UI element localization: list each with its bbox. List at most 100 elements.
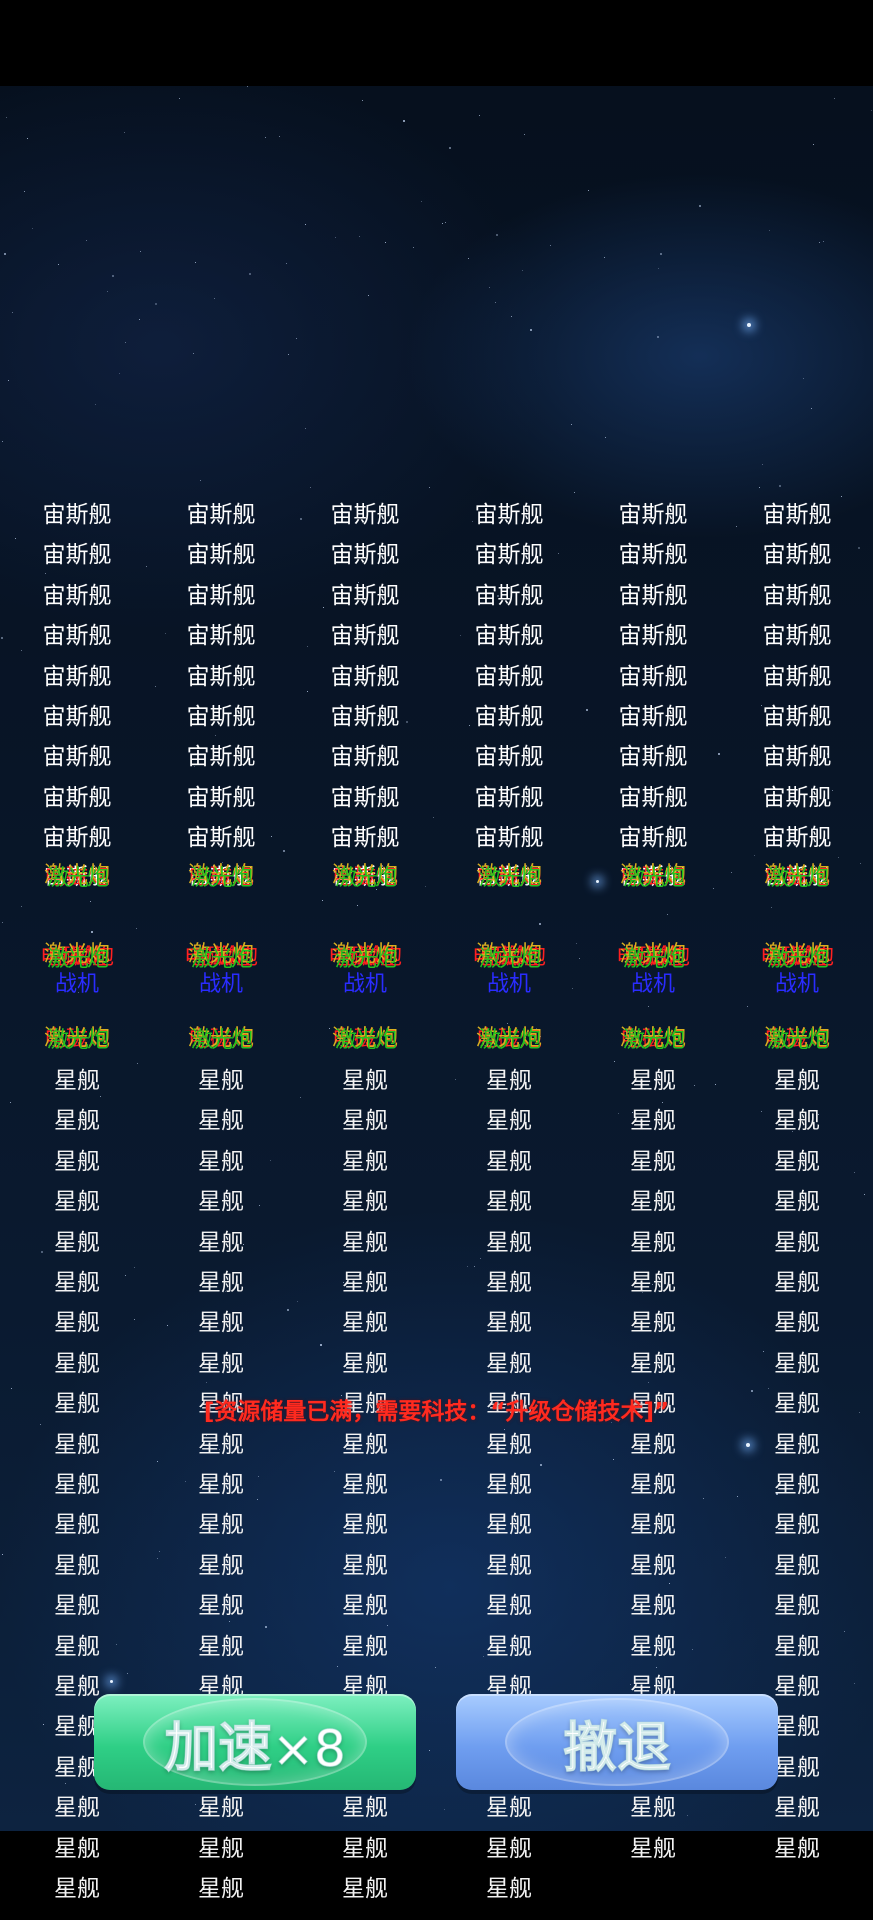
unit-ship: 星舰 — [486, 1593, 532, 1620]
unit-carrier: 宙斯舰 — [762, 582, 832, 609]
unit-ship: 星舰 — [54, 1512, 100, 1539]
unit-ship: 星舰 — [54, 1068, 100, 1094]
unit-fighter: 战机 — [486, 972, 531, 997]
unit-stack-cannons: 电磁炮 激光炮 激光炮 — [22, 1026, 132, 1056]
unit-ship: 星舰 — [54, 1593, 100, 1620]
unit-carrier: 宙斯舰 — [618, 663, 688, 690]
unit-carrier: 宙斯舰 — [762, 784, 832, 811]
unit-stack-mixed: 宙斯舰 电磁炮 激光炮 激光炮 — [22, 863, 132, 894]
unit-label: 激光炮 — [334, 947, 397, 972]
unit-fighter: 战机 — [54, 972, 99, 997]
unit-ship: 星舰 — [342, 1633, 388, 1660]
unit-ship: 星舰 — [630, 1108, 676, 1135]
unit-ship: 星舰 — [54, 1795, 100, 1822]
unit-carrier: 宙斯舰 — [42, 744, 112, 771]
unit-ship: 星舰 — [486, 1795, 532, 1822]
unit-ship: 星舰 — [774, 1270, 820, 1296]
unit-label: 激光炮 — [46, 866, 109, 891]
unit-stack-cannons: 电磁炮 电磁炮 激光炮 激光炮 — [598, 942, 708, 974]
unit-ship: 星舰 — [774, 1068, 820, 1094]
unit-carrier: 宙斯舰 — [474, 825, 544, 852]
unit-ship: 星舰 — [486, 1876, 532, 1902]
unit-carrier: 宙斯舰 — [42, 704, 112, 730]
unit-fighter: 战机 — [342, 972, 387, 997]
retreat-label: 撤退 — [563, 1715, 672, 1779]
unit-ship: 星舰 — [342, 1431, 388, 1458]
unit-ship: 星舰 — [630, 1552, 676, 1579]
speed-label: 加速 — [164, 1715, 273, 1779]
unit-label: 激光炮 — [46, 947, 109, 972]
unit-stack-cannons: 电磁炮 激光炮 激光炮 — [166, 1026, 276, 1056]
unit-ship: 星舰 — [198, 1431, 244, 1458]
unit-carrier: 宙斯舰 — [330, 623, 400, 650]
unit-carrier: 宙斯舰 — [474, 582, 544, 609]
unit-ship: 星舰 — [198, 1108, 244, 1135]
unit-ship: 星舰 — [198, 1270, 244, 1296]
unit-carrier: 宙斯舰 — [474, 623, 544, 650]
unit-carrier: 宙斯舰 — [474, 502, 544, 528]
unit-carrier: 宙斯舰 — [186, 542, 256, 569]
unit-ship: 星舰 — [342, 1229, 388, 1256]
unit-carrier: 宙斯舰 — [42, 663, 112, 690]
unit-ship: 星舰 — [54, 1350, 100, 1377]
unit-carrier: 宙斯舰 — [186, 784, 256, 811]
unit-ship: 星舰 — [198, 1189, 244, 1216]
unit-label: 激光炮 — [622, 866, 685, 891]
unit-ship: 星舰 — [486, 1310, 532, 1337]
unit-ship: 星舰 — [342, 1552, 388, 1579]
unit-ship: 星舰 — [630, 1229, 676, 1256]
storage-full-warning: [资源储量已满，需要科技：“升级仓储技术]” — [203, 1399, 670, 1425]
unit-label: 激光炮 — [766, 1028, 829, 1053]
unit-ship: 星舰 — [54, 1835, 100, 1862]
unit-fighter: 战机 — [630, 972, 675, 997]
unit-carrier: 宙斯舰 — [762, 825, 832, 852]
unit-ship: 星舰 — [774, 1633, 820, 1660]
unit-carrier: 宙斯舰 — [618, 784, 688, 811]
unit-ship: 星舰 — [774, 1189, 820, 1216]
unit-carrier: 宙斯舰 — [42, 542, 112, 569]
unit-ship: 星舰 — [630, 1633, 676, 1660]
unit-ship: 星舰 — [342, 1068, 388, 1094]
unit-ship: 星舰 — [774, 1310, 820, 1337]
unit-ship: 星舰 — [486, 1633, 532, 1660]
unit-carrier: 宙斯舰 — [330, 704, 400, 730]
unit-carrier: 宙斯舰 — [762, 623, 832, 650]
unit-ship: 星舰 — [198, 1310, 244, 1337]
unit-ship: 星舰 — [342, 1876, 388, 1902]
unit-carrier: 宙斯舰 — [618, 825, 688, 852]
unit-ship: 星舰 — [54, 1552, 100, 1579]
unit-stack-cannons: 电磁炮 激光炮 激光炮 — [742, 1026, 852, 1056]
unit-stack-mixed: 宙斯舰 电磁炮 激光炮 激光炮 — [454, 863, 564, 894]
unit-ship: 星舰 — [54, 1472, 100, 1498]
unit-ship: 星舰 — [342, 1593, 388, 1620]
unit-ship: 星舰 — [54, 1270, 100, 1296]
unit-ship: 星舰 — [774, 1350, 820, 1377]
unit-ship: 星舰 — [198, 1229, 244, 1256]
unit-carrier: 宙斯舰 — [618, 582, 688, 609]
unit-ship: 星舰 — [342, 1835, 388, 1862]
unit-carrier: 宙斯舰 — [762, 663, 832, 690]
unit-carrier: 宙斯舰 — [474, 704, 544, 730]
speed-up-button[interactable]: 加速×8 — [94, 1694, 416, 1790]
retreat-button[interactable]: 撤退 — [456, 1694, 778, 1790]
unit-ship: 星舰 — [54, 1310, 100, 1337]
unit-carrier: 宙斯舰 — [618, 502, 688, 528]
unit-ship: 星舰 — [342, 1350, 388, 1377]
unit-label: 激光炮 — [190, 1028, 253, 1053]
unit-carrier: 宙斯舰 — [186, 704, 256, 730]
unit-carrier: 宙斯舰 — [330, 825, 400, 852]
unit-label: 激光炮 — [334, 866, 397, 891]
unit-ship: 星舰 — [342, 1472, 388, 1498]
unit-ship: 星舰 — [54, 1876, 100, 1902]
fleet-grid: 宙斯舰 宙斯舰 宙斯舰 宙斯舰 宙斯舰 宙斯舰 宙斯舰 宙斯舰 宙斯舰 宙斯舰 宙斯舰 宙斯舰 宙斯舰宙… — [0, 0, 873, 1920]
unit-stack-cannons: 电磁炮 电磁炮 激光炮 激光炮 — [166, 942, 276, 974]
unit-ship: 星舰 — [54, 1633, 100, 1660]
unit-carrier: 宙斯舰 — [474, 542, 544, 569]
unit-carrier: 宙斯舰 — [762, 704, 832, 730]
unit-ship: 星舰 — [342, 1148, 388, 1175]
unit-label: 激光炮 — [766, 947, 829, 972]
unit-ship: 星舰 — [198, 1593, 244, 1620]
unit-ship: 星舰 — [630, 1795, 676, 1822]
unit-ship: 星舰 — [630, 1350, 676, 1377]
unit-stack-mixed: 宙斯舰 电磁炮 激光炮 激光炮 — [742, 863, 852, 894]
